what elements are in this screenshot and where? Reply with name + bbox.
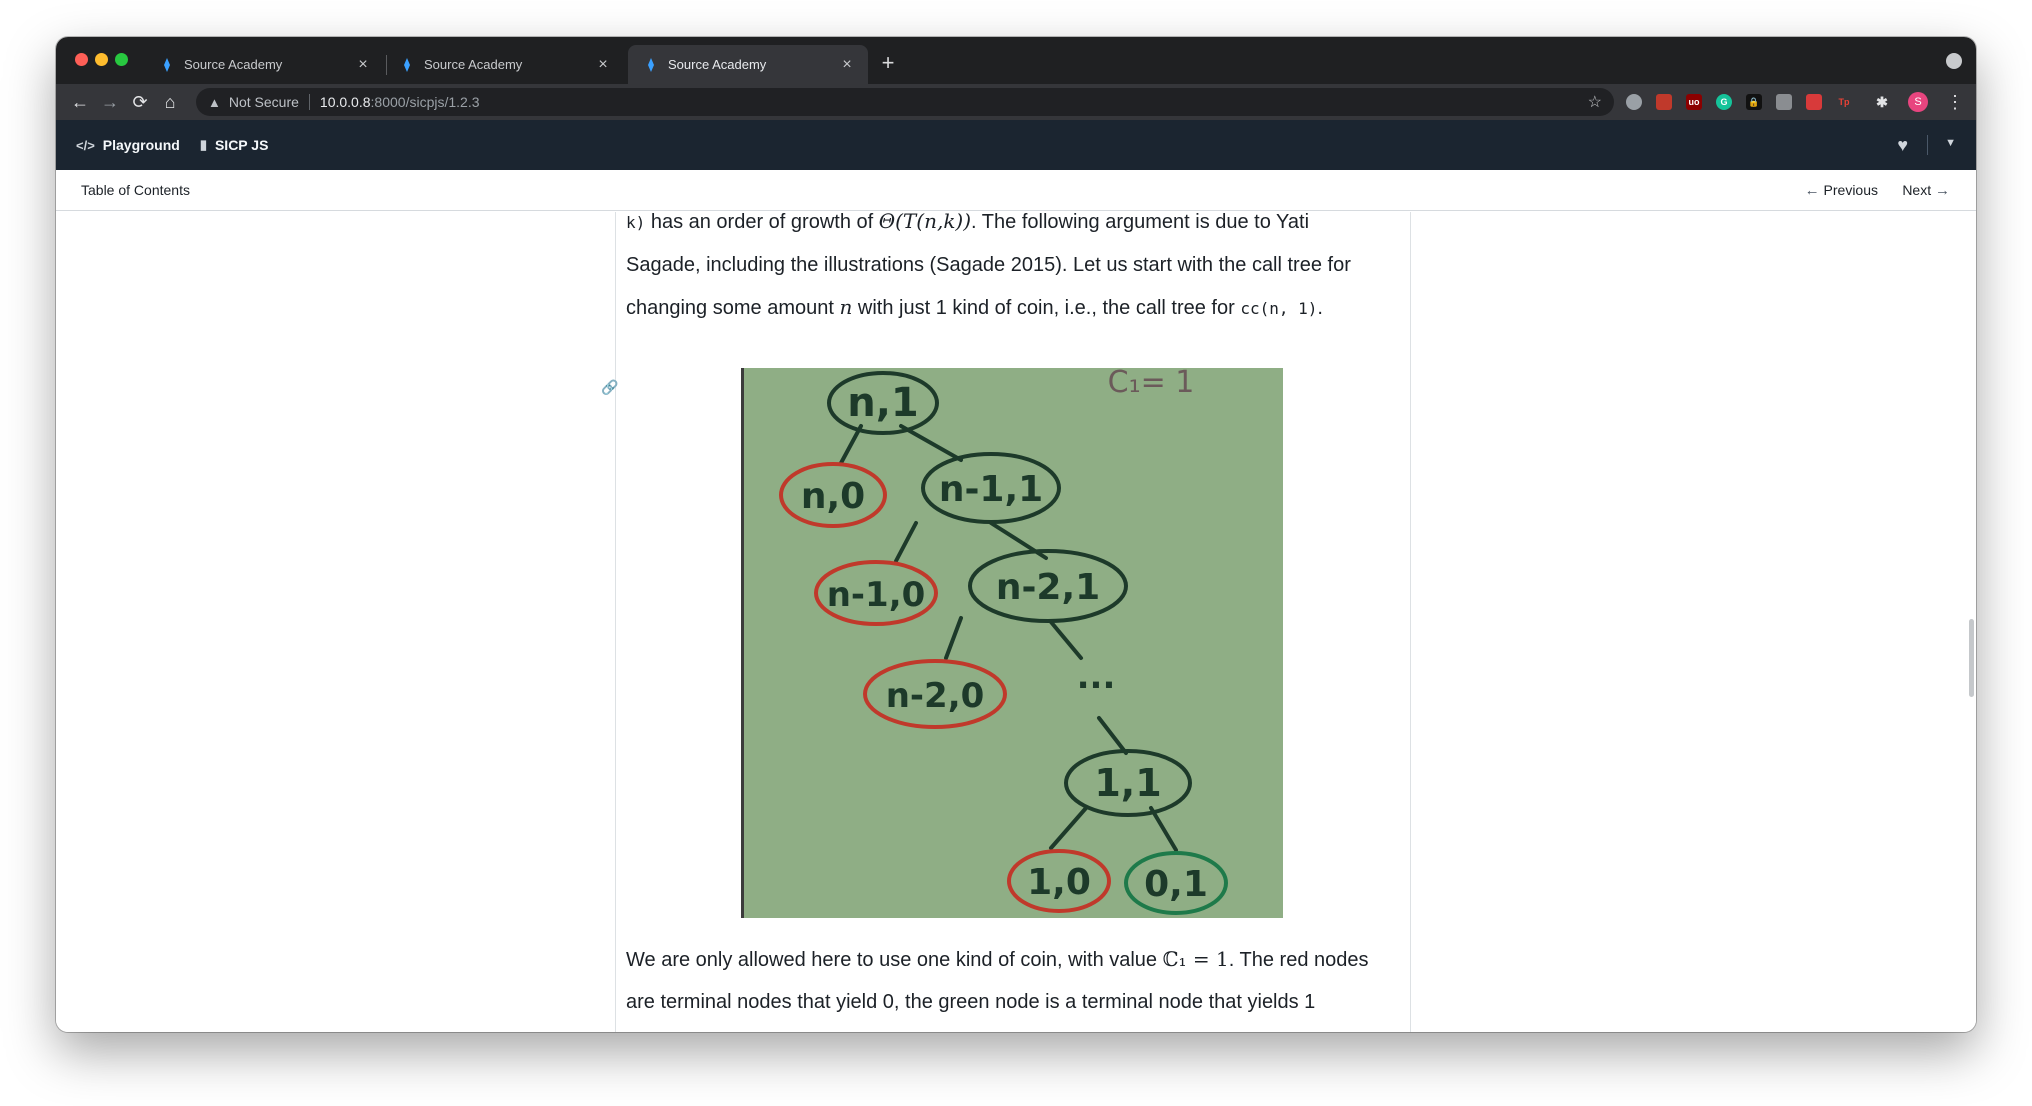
column-border-right	[1410, 212, 1411, 1032]
tab-title: Source Academy	[424, 57, 523, 72]
browser-window: Source Academy × Source Academy × Source…	[56, 37, 1976, 1032]
navbar-divider	[1927, 135, 1928, 155]
paragraph-line: Sagade, including the illustrations (Sag…	[626, 254, 1351, 276]
tab-strip: Source Academy × Source Academy × Source…	[56, 37, 1976, 84]
source-academy-favicon-icon	[160, 57, 174, 72]
extension-circle-icon[interactable]	[1626, 94, 1642, 110]
scrollbar-thumb[interactable]	[1969, 619, 1974, 697]
tab-search-icon[interactable]	[1946, 53, 1962, 69]
link-anchor-icon[interactable]: 🔗	[601, 379, 618, 396]
extension-shield-icon[interactable]	[1656, 94, 1672, 110]
paragraph-line: are terminal nodes that yield 0, the gre…	[626, 991, 1316, 1013]
browser-tab-1[interactable]: Source Academy ×	[144, 45, 384, 84]
minimize-window-button[interactable]	[95, 53, 108, 66]
address-bar[interactable]: ▲ Not Secure 10.0.0.8 :8000/sicpjs/1.2.3…	[196, 88, 1614, 116]
table-of-contents-button[interactable]: Table of Contents	[81, 182, 190, 198]
browser-menu-icon[interactable]: ⋮	[1946, 88, 1964, 116]
new-tab-button[interactable]: +	[874, 49, 902, 77]
coin-value-label: C₁= 1	[1108, 368, 1195, 400]
call-tree-drawing: n,1 n,0 n-1,1 n-1,0 n-2,1 n-2,0 ... 1,1 …	[741, 365, 1283, 918]
node-n-minus-1-1: n-1,1	[939, 469, 1043, 510]
reader-header: Table of Contents ← Previous Next →	[56, 170, 1976, 211]
source-academy-favicon-icon	[400, 57, 414, 72]
sicp-js-label: SICP JS	[214, 137, 269, 153]
math-expression: Θ(T(n,k))	[878, 212, 972, 233]
text-span: with just 1 kind of coin, i.e., the call…	[852, 297, 1241, 319]
previous-label: Previous	[1823, 182, 1878, 198]
close-tab-icon[interactable]: ×	[594, 56, 612, 74]
back-arrow-icon[interactable]: ←	[66, 88, 94, 116]
bookmark-star-icon[interactable]: ☆	[1588, 92, 1602, 112]
node-ellipsis: ...	[1077, 657, 1116, 697]
tp-extension-icon[interactable]: Tp	[1836, 94, 1852, 110]
reload-icon[interactable]: ⟳	[126, 88, 154, 116]
text-span: We are only allowed here to use one kind…	[626, 949, 1163, 971]
node-n-minus-2-1: n-2,1	[996, 567, 1100, 608]
browser-tab-2[interactable]: Source Academy ×	[384, 45, 624, 84]
security-status: Not Secure	[228, 94, 299, 110]
node-n-0: n,0	[801, 476, 865, 517]
tab-title: Source Academy	[184, 57, 283, 72]
node-n-1: n,1	[847, 380, 919, 426]
text-span: .	[1317, 297, 1323, 319]
paragraph-line: k) has an order of growth of Θ(T(n,k)). …	[626, 212, 1396, 244]
code-icon: </>	[76, 137, 95, 153]
paragraph-growth: k) has an order of growth of Θ(T(n,k)). …	[626, 212, 1396, 330]
home-icon[interactable]: ⌂	[156, 88, 184, 116]
close-tab-icon[interactable]: ×	[838, 56, 856, 74]
previous-button[interactable]: ← Previous	[1805, 182, 1878, 199]
address-divider	[308, 94, 310, 110]
url-path: :8000/sicpjs/1.2.3	[370, 94, 480, 110]
close-tab-icon[interactable]: ×	[354, 56, 372, 74]
node-0-1: 0,1	[1144, 864, 1208, 905]
app-navbar: </> Playground ▮ SICP JS ♥ ▼	[56, 120, 1976, 170]
node-n-minus-1-0: n-1,0	[827, 575, 926, 615]
paragraph-line: changing some amount n with just 1 kind …	[626, 286, 1396, 330]
playground-label: Playground	[102, 137, 180, 153]
math-expression: n	[839, 295, 853, 319]
inline-code: cc(n, 1)	[1240, 299, 1318, 318]
inline-code: k)	[626, 213, 646, 232]
heart-icon[interactable]: ♥	[1897, 135, 1908, 156]
forward-arrow-icon[interactable]: →	[96, 88, 124, 116]
text-span: changing some amount	[626, 297, 840, 319]
text-span: . The following argument is due to Yati	[971, 212, 1310, 233]
call-tree-figure: n,1 n,0 n-1,1 n-1,0 n-2,1 n-2,0 ... 1,1 …	[741, 365, 1283, 918]
paragraph-coin-value: We are only allowed here to use one kind…	[626, 938, 1396, 1023]
close-window-button[interactable]	[75, 53, 88, 66]
node-n-minus-2-0: n-2,0	[886, 676, 985, 716]
tab-title: Source Academy	[668, 57, 767, 72]
arrow-left-icon: ←	[1804, 182, 1820, 199]
next-button[interactable]: Next →	[1902, 182, 1950, 199]
extension-square-icon[interactable]	[1776, 94, 1792, 110]
sicp-js-link[interactable]: ▮ SICP JS	[200, 137, 269, 153]
profile-avatar[interactable]: S	[1908, 92, 1928, 112]
ublock-extension-icon[interactable]: uo	[1686, 94, 1702, 110]
book-icon: ▮	[199, 137, 207, 152]
column-border-left	[615, 212, 616, 1032]
maximize-window-button[interactable]	[115, 53, 128, 66]
reader-content: k) has an order of growth of Θ(T(n,k)). …	[56, 212, 1976, 1032]
node-1-0: 1,0	[1027, 862, 1091, 903]
arrow-right-icon: →	[1935, 182, 1950, 199]
chevron-down-icon[interactable]: ▼	[1945, 137, 1956, 149]
paragraph-line: We are only allowed here to use one kind…	[626, 938, 1396, 981]
grammarly-extension-icon[interactable]: G	[1716, 94, 1732, 110]
browser-tab-3-active[interactable]: Source Academy ×	[628, 45, 868, 84]
text-span: has an order of growth of	[645, 212, 879, 233]
warning-triangle-icon: ▲	[208, 94, 221, 110]
math-expression: ℂ₁ = 1	[1162, 947, 1229, 971]
url-host: 10.0.0.8	[319, 94, 371, 110]
lock-extension-icon[interactable]: 🔒	[1746, 94, 1762, 110]
extensions-puzzle-icon[interactable]: ✱	[1874, 94, 1890, 110]
browser-toolbar: ← → ⟳ ⌂ ▲ Not Secure 10.0.0.8 :8000/sicp…	[56, 84, 1976, 120]
playground-link[interactable]: </> Playground	[76, 137, 180, 153]
next-label: Next	[1902, 182, 1932, 198]
extension-gift-icon[interactable]	[1806, 94, 1822, 110]
node-1-1: 1,1	[1094, 761, 1161, 805]
source-academy-favicon-icon	[644, 57, 658, 72]
text-span: . The red nodes	[1228, 949, 1369, 971]
